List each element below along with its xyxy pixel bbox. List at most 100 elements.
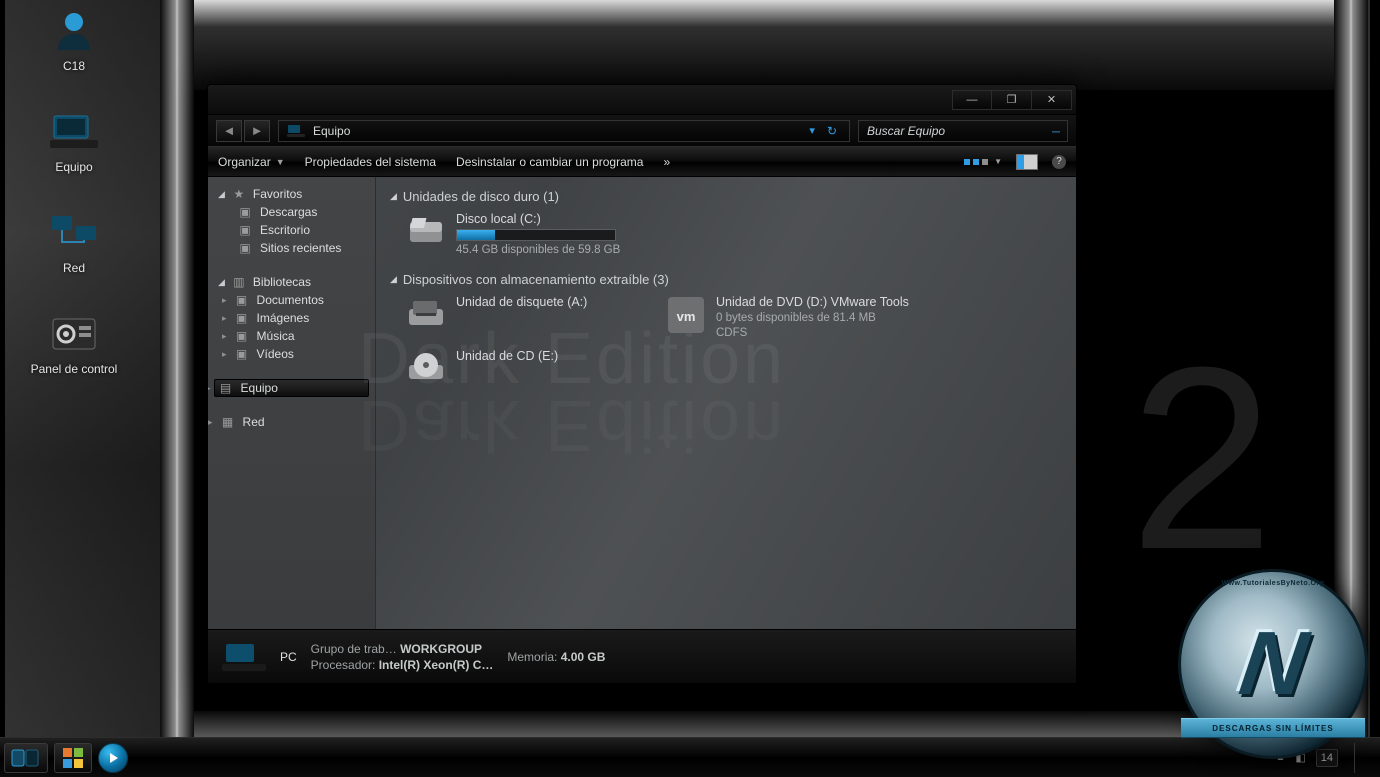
hdd-icon <box>406 212 446 252</box>
bg-frame-bottom <box>194 711 1334 737</box>
details-cpu-value: Intel(R) Xeon(R) C… <box>379 658 494 672</box>
system-properties-button[interactable]: Propiedades del sistema <box>305 155 436 169</box>
collapse-icon: ◢ <box>390 191 397 202</box>
desktop-icon-user[interactable]: C18 <box>14 6 134 73</box>
libraries-icon: ▥ <box>230 275 248 289</box>
uninstall-program-button[interactable]: Desinstalar o cambiar un programa <box>456 155 643 169</box>
nav-item-desktop[interactable]: ▣Escritorio <box>212 221 371 239</box>
nav-item-label: Vídeos <box>257 347 294 361</box>
nav-item-pictures[interactable]: ▸ ▣ Imágenes <box>212 309 371 327</box>
search-input[interactable]: Buscar Equipo ···· <box>858 120 1068 142</box>
details-cpu-key: Procesador: <box>311 658 376 672</box>
address-dropdown-icon[interactable]: ▾ <box>809 124 815 137</box>
desktop-icon-area: C18 Equipo Red Panel de control <box>14 6 134 376</box>
help-button[interactable]: ? <box>1052 155 1066 169</box>
window-close-button[interactable]: ✕ <box>1032 90 1072 110</box>
nav-forward-button[interactable]: ► <box>244 120 270 142</box>
drive-cd-e[interactable]: Unidad de CD (E:) <box>406 349 626 389</box>
section-title: Unidades de disco duro (1) <box>403 189 559 204</box>
folder-icon: ▣ <box>233 293 251 307</box>
details-workgroup-value: WORKGROUP <box>400 642 482 656</box>
uninstall-label: Desinstalar o cambiar un programa <box>456 155 643 169</box>
computer-breadcrumb-icon <box>287 122 305 140</box>
nav-favorites-header[interactable]: ◢★Favoritos <box>212 185 371 203</box>
drive-floppy-a[interactable]: Unidad de disquete (A:) <box>406 295 626 339</box>
nav-item-recent[interactable]: ▣Sitios recientes <box>212 239 371 257</box>
start-button[interactable] <box>54 743 92 773</box>
tray-clock[interactable]: 14 <box>1316 749 1338 767</box>
desktop-icon-label: C18 <box>63 59 85 73</box>
nav-item-documents[interactable]: ▸ ▣ Documentos <box>212 291 371 309</box>
search-placeholder: Buscar Equipo <box>867 124 945 138</box>
nav-item-computer[interactable]: ▸▤Equipo <box>214 379 369 397</box>
desktop-icon-label: Equipo <box>55 160 92 174</box>
drive-dvd-d[interactable]: vm Unidad de DVD (D:) VMware Tools 0 byt… <box>666 295 966 339</box>
logo-top-text: Www.TutorialesByNeto.Org <box>1181 580 1365 587</box>
bg-chrome-left <box>160 0 194 737</box>
nav-item-downloads[interactable]: ▣Descargas <box>212 203 371 221</box>
folder-icon: ▣ <box>236 223 254 237</box>
nav-item-label: Imágenes <box>257 311 310 325</box>
command-bar: Organizar▼ Propiedades del sistema Desin… <box>208 147 1076 177</box>
section-hdd-header[interactable]: ◢ Unidades de disco duro (1) <box>390 189 1062 204</box>
network-icon <box>50 208 98 256</box>
floppy-drive-icon <box>406 295 446 335</box>
nav-back-button[interactable]: ◄ <box>216 120 242 142</box>
desktop-icon-computer[interactable]: Equipo <box>14 107 134 174</box>
close-icon: ✕ <box>1047 93 1056 106</box>
taskbar-quicklaunch-button[interactable] <box>4 743 48 773</box>
preview-pane-button[interactable] <box>1016 154 1038 170</box>
nav-item-music[interactable]: ▸ ▣ Música <box>212 327 371 345</box>
taskbar: ▲ ◧ 14 <box>0 737 1380 777</box>
show-desktop-button[interactable] <box>1354 743 1368 773</box>
breadcrumb-label: Equipo <box>313 124 350 138</box>
folder-icon: ▣ <box>236 241 254 255</box>
drive-local-c[interactable]: Disco local (C:) 45.4 GB disponibles de … <box>406 212 686 256</box>
toolbar-overflow-button[interactable]: » <box>663 155 670 169</box>
content-area: ◢ Unidades de disco duro (1) Disco local … <box>376 177 1076 629</box>
maximize-icon: ❐ <box>1007 93 1017 106</box>
drive-name: Disco local (C:) <box>456 212 620 226</box>
refresh-icon[interactable]: ↻ <box>823 124 841 138</box>
nav-item-videos[interactable]: ▸▣Vídeos <box>212 345 371 363</box>
address-bar[interactable]: Equipo ▾ ↻ <box>278 120 850 142</box>
expand-icon: ▸ <box>222 295 227 306</box>
user-silhouette-icon <box>50 6 98 54</box>
nav-group-label: Favoritos <box>253 187 302 201</box>
computer-icon <box>222 640 266 674</box>
view-mode-button[interactable]: ▼ <box>964 157 1002 166</box>
window-minimize-button[interactable]: — <box>952 90 992 110</box>
nav-item-label: Documentos <box>257 293 324 307</box>
drive-name: Unidad de DVD (D:) VMware Tools <box>716 295 909 309</box>
expand-icon: ▸ <box>222 313 227 324</box>
details-pane: PC Grupo de trab… WORKGROUP Procesador: … <box>208 629 1076 683</box>
desktop-icon-network[interactable]: Red <box>14 208 134 275</box>
cd-drive-icon <box>406 349 446 389</box>
folder-icon: ▣ <box>236 205 254 219</box>
computer-icon <box>50 107 98 155</box>
computer-icon: ▤ <box>217 381 235 395</box>
control-panel-icon <box>50 309 98 357</box>
network-icon: ▦ <box>219 415 237 429</box>
nav-libraries-header[interactable]: ◢▥Bibliotecas <box>212 273 371 291</box>
nav-item-network[interactable]: ▸▦Red <box>212 413 371 431</box>
folder-icon: ▣ <box>233 329 251 343</box>
minimize-icon: — <box>967 94 978 106</box>
folder-icon: ▣ <box>233 311 251 325</box>
window-maximize-button[interactable]: ❐ <box>992 90 1032 110</box>
expand-icon: ▸ <box>208 383 211 394</box>
expand-icon: ▸ <box>222 331 227 342</box>
overflow-icon: » <box>663 155 670 169</box>
chevron-down-icon: ▼ <box>994 157 1002 166</box>
window-titlebar[interactable]: — ❐ ✕ <box>208 85 1076 115</box>
organize-menu[interactable]: Organizar▼ <box>218 155 285 169</box>
explorer-window: — ❐ ✕ ◄ ► Equipo ▾ ↻ Buscar Equipo ···· … <box>207 84 1077 684</box>
section-removable-header[interactable]: ◢Dispositivos con almacenamiento extraíb… <box>390 272 1062 287</box>
desktop-icon-control-panel[interactable]: Panel de control <box>14 309 134 376</box>
star-icon: ★ <box>230 187 248 201</box>
explorer-body: Dark Edition Dark Edition ◢★Favoritos ▣D… <box>208 177 1076 629</box>
nav-item-label: Música <box>257 329 295 343</box>
expand-icon: ▸ <box>222 349 227 360</box>
section-title: Dispositivos con almacenamiento extraíbl… <box>403 272 669 287</box>
media-player-button[interactable] <box>98 743 128 773</box>
